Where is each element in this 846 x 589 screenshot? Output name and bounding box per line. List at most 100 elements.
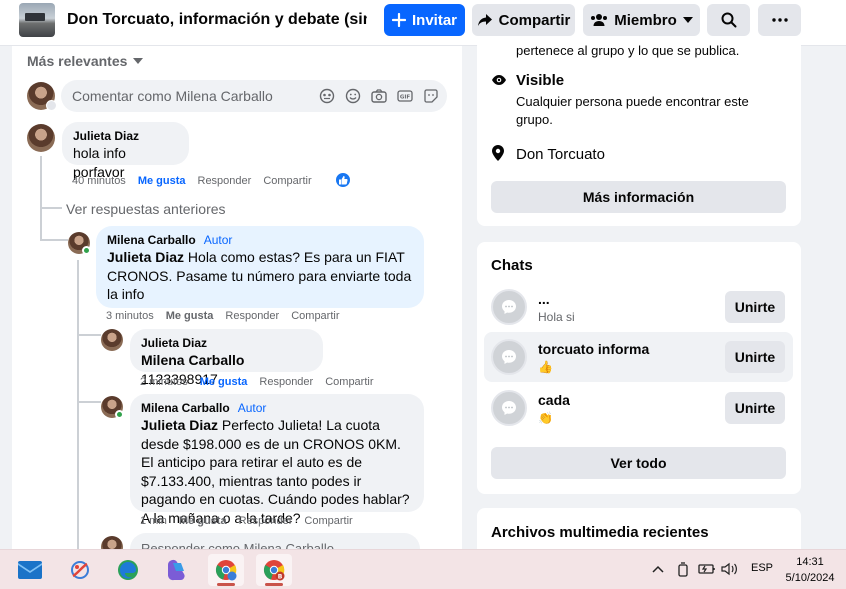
comment-bubble: Julieta Diaz hola info porfavor	[62, 122, 189, 180]
sticker-icon[interactable]	[421, 86, 441, 106]
comment-input[interactable]: Comentar como Milena Carballo GIF	[61, 80, 447, 112]
comment-input-placeholder: Comentar como Milena Carballo	[72, 88, 273, 104]
search-icon	[721, 12, 736, 28]
reply-author-name[interactable]: Julieta Diaz	[141, 336, 207, 351]
reply-timestamp[interactable]: 1 min	[140, 515, 167, 527]
private-description-tail: pertenece al grupo y lo que se publica.	[516, 43, 740, 58]
thread-connector	[79, 401, 101, 403]
member-label: Miembro	[614, 11, 677, 29]
volume-icon[interactable]	[721, 562, 739, 576]
invite-label: Invitar	[411, 11, 457, 29]
taskbar-clock[interactable]: 14:31 5/10/2024	[780, 554, 840, 586]
join-chat-button[interactable]: Unirte	[725, 341, 785, 373]
reply-author-name[interactable]: Milena Carballo	[107, 233, 196, 248]
gif-icon[interactable]: GIF	[395, 86, 415, 106]
comment-author-name[interactable]: Julieta Diaz	[73, 129, 139, 144]
comment-timestamp[interactable]: 40 minutos	[72, 175, 126, 187]
view-previous-replies-link[interactable]: Ver respuestas anteriores	[66, 201, 226, 217]
share-link[interactable]: Compartir	[263, 175, 311, 187]
reply-actions: 3 minutos Me gusta Responder Compartir	[106, 310, 340, 322]
plus-icon	[391, 13, 406, 27]
comment-author-avatar[interactable]	[27, 124, 55, 152]
share-label: Compartir	[498, 11, 571, 29]
clock-date: 5/10/2024	[785, 572, 835, 584]
chat-item[interactable]: cada 👏 Unirte	[484, 383, 793, 433]
chat-name: ...	[538, 291, 550, 307]
share-arrow-icon	[477, 14, 492, 26]
copilot-app-icon[interactable]	[158, 554, 194, 586]
like-link[interactable]: Me gusta	[166, 310, 214, 322]
reply-bubble: Milena Carballo Autor Julieta Diaz Hola c…	[96, 226, 424, 308]
sort-comments-dropdown[interactable]: Más relevantes	[27, 53, 144, 69]
edge-browser-icon[interactable]	[110, 554, 146, 586]
group-cover-thumbnail[interactable]	[19, 3, 55, 37]
input-language-indicator[interactable]: ESP	[751, 562, 773, 574]
more-options-button[interactable]	[758, 4, 801, 36]
reply-timestamp[interactable]: 3 minutos	[106, 310, 154, 322]
chat-last-message: 👍	[538, 360, 553, 374]
online-status-dot	[115, 410, 124, 419]
invite-button[interactable]: Invitar	[384, 4, 465, 36]
location-label: Don Torcuato	[516, 146, 605, 163]
more-info-button[interactable]: Más información	[491, 181, 786, 213]
like-link[interactable]: Me gusta	[179, 515, 227, 527]
share-button[interactable]: Compartir	[472, 4, 575, 36]
reply-input-placeholder: Responder como Milena Carballo	[141, 541, 334, 549]
group-title[interactable]: Don Torcuato, información y debate (sin …	[67, 11, 367, 29]
mention-link[interactable]: Milena Carballo	[141, 352, 244, 368]
current-user-avatar[interactable]	[101, 536, 123, 549]
search-button[interactable]	[707, 4, 750, 36]
chat-item[interactable]: torcuato informa 👍 Unirte	[484, 332, 793, 382]
chats-card: Chats ... Hola si Unirte torcuato inform…	[477, 242, 801, 494]
share-link[interactable]: Compartir	[291, 310, 339, 322]
tray-device-icon[interactable]	[677, 562, 689, 577]
join-chat-button[interactable]: Unirte	[725, 291, 785, 323]
windows-taskbar: B ESP 14:31 5/10/2024	[0, 549, 846, 589]
composer-icons: GIF	[317, 86, 441, 106]
like-link[interactable]: Me gusta	[138, 175, 186, 187]
reply-text: Julieta Diaz Hola como estas? Es para un…	[107, 248, 413, 304]
svg-text:B: B	[278, 573, 283, 580]
emoji-icon[interactable]	[343, 86, 363, 106]
chrome-profile-b-icon[interactable]: B	[256, 554, 292, 586]
reply-actions: 1 min Me gusta Responder Compartir	[140, 515, 353, 527]
reply-text: Julieta Diaz Perfecto Julieta! La cuota …	[141, 416, 413, 527]
chrome-profile-icon[interactable]	[208, 554, 244, 586]
thread-connector	[77, 260, 79, 549]
chat-item[interactable]: ... Hola si Unirte	[484, 282, 793, 332]
camera-icon[interactable]	[369, 86, 389, 106]
avatar-sticker-icon[interactable]	[317, 86, 337, 106]
comment-actions: 40 minutos Me gusta Responder Compartir	[72, 175, 312, 187]
member-button[interactable]: Miembro	[583, 4, 700, 36]
reply-link[interactable]: Responder	[259, 376, 313, 388]
caret-down-icon	[133, 58, 144, 64]
sort-label: Más relevantes	[27, 53, 128, 69]
reply-author-avatar[interactable]	[101, 329, 123, 351]
share-link[interactable]: Compartir	[325, 376, 373, 388]
account-switch-chevron-icon[interactable]	[46, 100, 57, 111]
share-link[interactable]: Compartir	[304, 515, 352, 527]
tray-chevron-up-icon[interactable]	[652, 565, 664, 573]
mention-link[interactable]: Julieta Diaz	[107, 249, 184, 265]
eye-icon	[492, 75, 506, 85]
battery-power-icon[interactable]	[698, 563, 716, 575]
like-link[interactable]: Me gusta	[200, 376, 248, 388]
join-chat-button[interactable]: Unirte	[725, 392, 785, 424]
svg-text:GIF: GIF	[400, 95, 411, 101]
thread-connector	[79, 334, 101, 336]
caret-down-icon	[682, 17, 693, 23]
paint-app-icon[interactable]	[62, 554, 98, 586]
reply-input[interactable]: Responder como Milena Carballo	[130, 533, 420, 549]
mention-link[interactable]: Julieta Diaz	[141, 417, 218, 433]
like-reaction-icon[interactable]	[335, 172, 351, 188]
mail-app-icon[interactable]	[12, 554, 48, 586]
reply-author-name[interactable]: Milena Carballo	[141, 401, 230, 416]
location-pin-icon	[492, 145, 504, 161]
reply-link[interactable]: Responder	[198, 175, 252, 187]
see-all-chats-button[interactable]: Ver todo	[491, 447, 786, 479]
reply-timestamp[interactable]: 2 minutos	[140, 376, 188, 388]
reply-link[interactable]: Responder	[225, 310, 279, 322]
reply-link[interactable]: Responder	[239, 515, 293, 527]
chat-last-message: Hola si	[538, 310, 575, 324]
reply-bubble: Julieta Diaz Milena Carballo 1123398917	[130, 329, 323, 387]
